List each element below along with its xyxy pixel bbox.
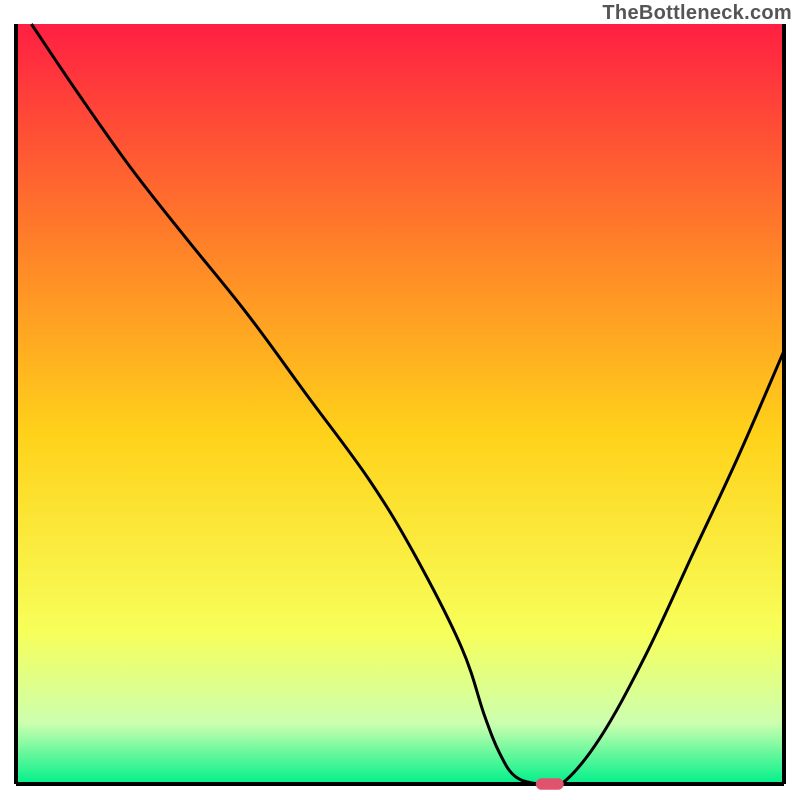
plot-gradient-background [16, 24, 784, 784]
attribution-label: TheBottleneck.com [602, 2, 792, 25]
bottleneck-chart: TheBottleneck.com [0, 0, 800, 800]
chart-svg [0, 0, 800, 800]
optimal-marker [536, 779, 563, 790]
